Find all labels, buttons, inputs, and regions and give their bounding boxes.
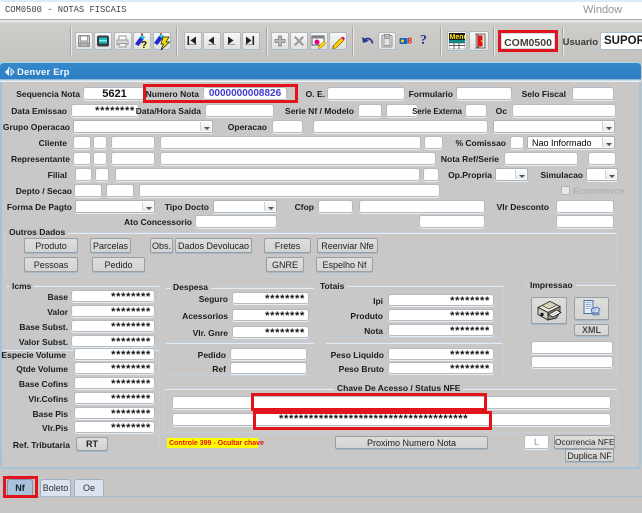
svg-text:8: 8 xyxy=(408,37,413,46)
svg-text:Menu: Menu xyxy=(450,34,466,41)
